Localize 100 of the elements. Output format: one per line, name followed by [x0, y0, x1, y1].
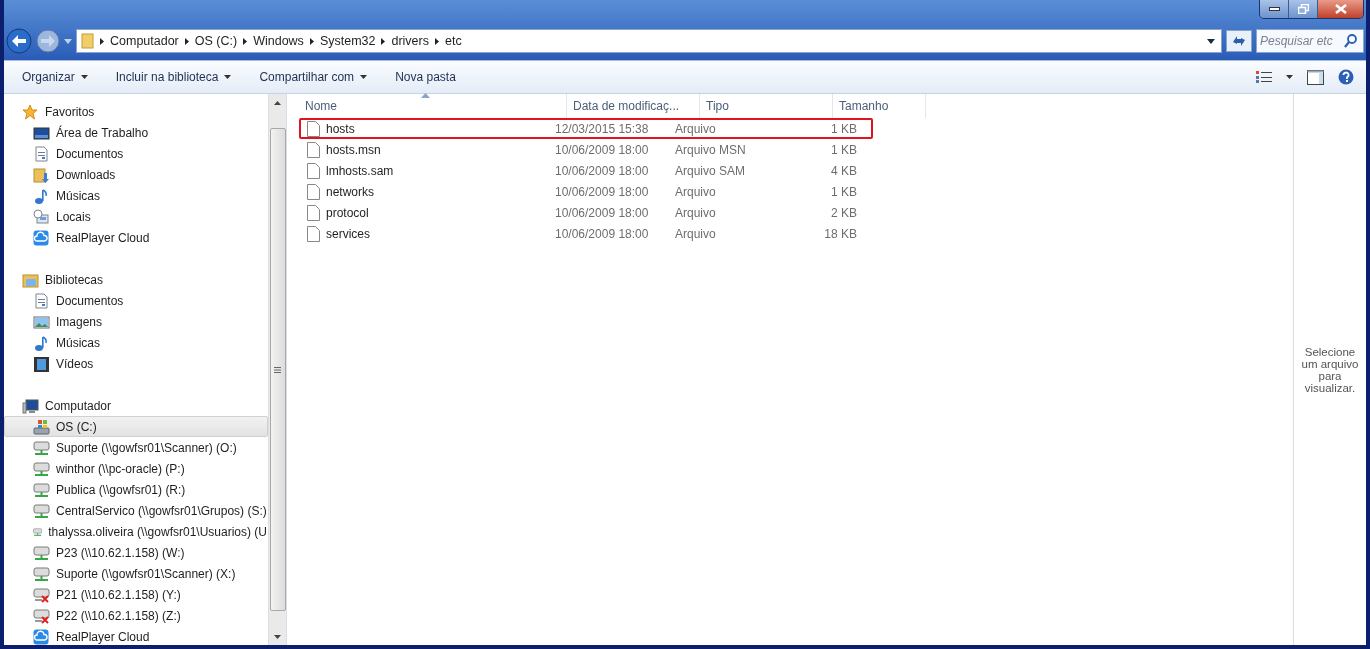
file-icon — [307, 225, 320, 242]
nav-item[interactable]: Músicas — [4, 185, 268, 206]
toolbar-button[interactable]: Incluir na biblioteca — [105, 66, 242, 88]
caret-icon — [1286, 75, 1293, 79]
chevron-icon — [435, 37, 439, 45]
breadcrumb[interactable]: Computador — [110, 34, 179, 48]
highlighted-file-row[interactable]: hosts 12/03/2015 15:38 Arquivo 1 KB — [299, 118, 873, 139]
breadcrumb[interactable]: System32 — [319, 34, 376, 48]
column-header[interactable]: Tamanho — [833, 94, 926, 118]
file-name[interactable]: networks — [301, 183, 549, 200]
file-name[interactable]: hosts.msn — [301, 141, 549, 158]
nav-item[interactable]: Documentos — [4, 290, 268, 311]
address-bar[interactable]: Computador OS (C:) Windows System32 drivers etc — [76, 29, 1222, 53]
document-icon — [33, 145, 50, 162]
nav-item[interactable]: winthor (\\pc-oracle) (P:) — [4, 458, 268, 479]
column-header[interactable]: Tipo — [700, 94, 833, 118]
view-options-button[interactable] — [1256, 71, 1272, 83]
nav-item[interactable]: P21 (\\10.62.1.158) (Y:) — [4, 584, 268, 605]
minimize-icon — [1268, 7, 1280, 11]
preview-pane-button[interactable] — [1307, 69, 1324, 85]
help-icon — [1338, 69, 1354, 85]
nav-item[interactable]: Publica (\\gowfsr01) (R:) — [4, 479, 268, 500]
help-button[interactable] — [1338, 69, 1354, 85]
library-folder-icon — [22, 271, 39, 288]
chevron-icon — [184, 37, 189, 45]
breadcrumb[interactable]: Windows — [253, 34, 304, 48]
close-button[interactable] — [1318, 0, 1363, 18]
music-note-icon — [33, 187, 50, 204]
toolbar-button[interactable]: Nova pasta — [385, 66, 466, 88]
preview-message: Selecione um arquivo para visualizar. — [1300, 345, 1360, 394]
picture-icon — [33, 313, 50, 330]
history-dropdown[interactable] — [64, 38, 72, 44]
network-drive-icon — [33, 502, 50, 519]
nav-item[interactable]: Documentos — [4, 143, 268, 164]
nav-item[interactable]: P23 (\\10.62.1.158) (W:) — [4, 542, 268, 563]
file-icon — [307, 120, 320, 137]
file-icon — [307, 162, 320, 179]
grip-icon — [274, 366, 281, 373]
column-header[interactable]: Data de modificaç... — [567, 94, 700, 118]
star-icon — [22, 103, 39, 120]
nav-item[interactable]: RealPlayer Cloud — [4, 626, 268, 647]
date-cell-text: 10/06/2009 18:00 — [554, 205, 650, 220]
nav-item[interactable]: Suporte (\\gowfsr01\Scanner) (O:) — [4, 437, 268, 458]
file-name[interactable]: protocol — [301, 204, 549, 221]
nav-group-header[interactable]: Bibliotecas — [45, 272, 104, 287]
forward-button[interactable] — [36, 29, 60, 53]
size-cell-text: 4 KB — [830, 163, 858, 178]
size-cell-text: 18 KB — [823, 226, 858, 241]
folder-arrow-icon — [33, 166, 50, 183]
back-button[interactable] — [6, 28, 32, 54]
nav-group-header[interactable]: Favoritos — [45, 104, 95, 119]
minimize-button[interactable] — [1260, 0, 1289, 18]
windows-drive-icon — [33, 418, 50, 435]
down-arrow-icon — [274, 634, 281, 639]
nav-item[interactable]: Suporte (\\gowfsr01\Scanner) (X:) — [4, 563, 268, 584]
nav-item[interactable]: Área de Trabalho — [4, 122, 268, 143]
size-cell-text: 1 KB — [830, 121, 858, 136]
nav-item[interactable]: Vídeos — [4, 353, 268, 374]
nav-item[interactable]: CentralServico (\\gowfsr01\Grupos) (S:) — [4, 500, 268, 521]
file-name[interactable]: services — [301, 225, 549, 242]
nav-item[interactable]: Locais — [4, 206, 268, 227]
film-icon — [33, 355, 50, 372]
size-cell-text: 2 KB — [830, 205, 858, 220]
toolbar-button[interactable]: Organizar — [12, 66, 98, 88]
breadcrumb[interactable]: OS (C:) — [194, 34, 238, 48]
caret-icon — [224, 75, 232, 79]
folder-icon — [81, 33, 94, 49]
date-cell-text: 10/06/2009 18:00 — [554, 226, 650, 241]
nav-item[interactable]: Downloads — [4, 164, 268, 185]
network-drive-icon — [33, 439, 50, 456]
nav-item[interactable]: Imagens — [4, 311, 268, 332]
up-arrow-icon — [274, 100, 281, 105]
file-name[interactable]: hosts — [301, 120, 549, 137]
type-cell-text: Arquivo MSN — [674, 142, 747, 157]
nav-item[interactable]: thalyssa.oliveira (\\gowfsr01\Usuarios) (U — [4, 521, 268, 542]
toolbar-button[interactable]: Compartilhar com — [249, 66, 378, 88]
nav-group-header[interactable]: Computador — [45, 398, 112, 413]
chevron-icon — [100, 37, 104, 45]
network-drive-icon — [33, 481, 50, 498]
size-cell-text: 1 KB — [830, 142, 858, 157]
nav-item[interactable]: OS (C:) — [4, 416, 268, 437]
caret-icon — [360, 75, 368, 79]
file-name[interactable]: lmhosts.sam — [301, 162, 549, 179]
network-drive-icon — [33, 460, 50, 477]
view-dropdown[interactable] — [1286, 75, 1293, 79]
search-field[interactable]: Pesquisar etc — [1256, 29, 1364, 53]
nav-item[interactable]: Músicas — [4, 332, 268, 353]
file-icon — [307, 141, 320, 158]
scrollbar[interactable] — [268, 94, 286, 645]
nav-item[interactable]: RealPlayer Cloud — [4, 227, 268, 248]
refresh-button[interactable] — [1226, 30, 1252, 52]
size-cell-text: 1 KB — [830, 184, 858, 199]
type-cell-text: Arquivo SAM — [674, 163, 747, 178]
nav-item[interactable]: P22 (\\10.62.1.158) (Z:) — [4, 605, 268, 626]
date-cell-text: 10/06/2009 18:00 — [554, 142, 650, 157]
restore-button[interactable] — [1289, 0, 1318, 18]
pane-icon — [1307, 69, 1324, 85]
breadcrumb[interactable]: drivers — [391, 34, 429, 48]
breadcrumb[interactable]: etc — [445, 34, 462, 48]
network-drive-icon — [33, 544, 50, 561]
